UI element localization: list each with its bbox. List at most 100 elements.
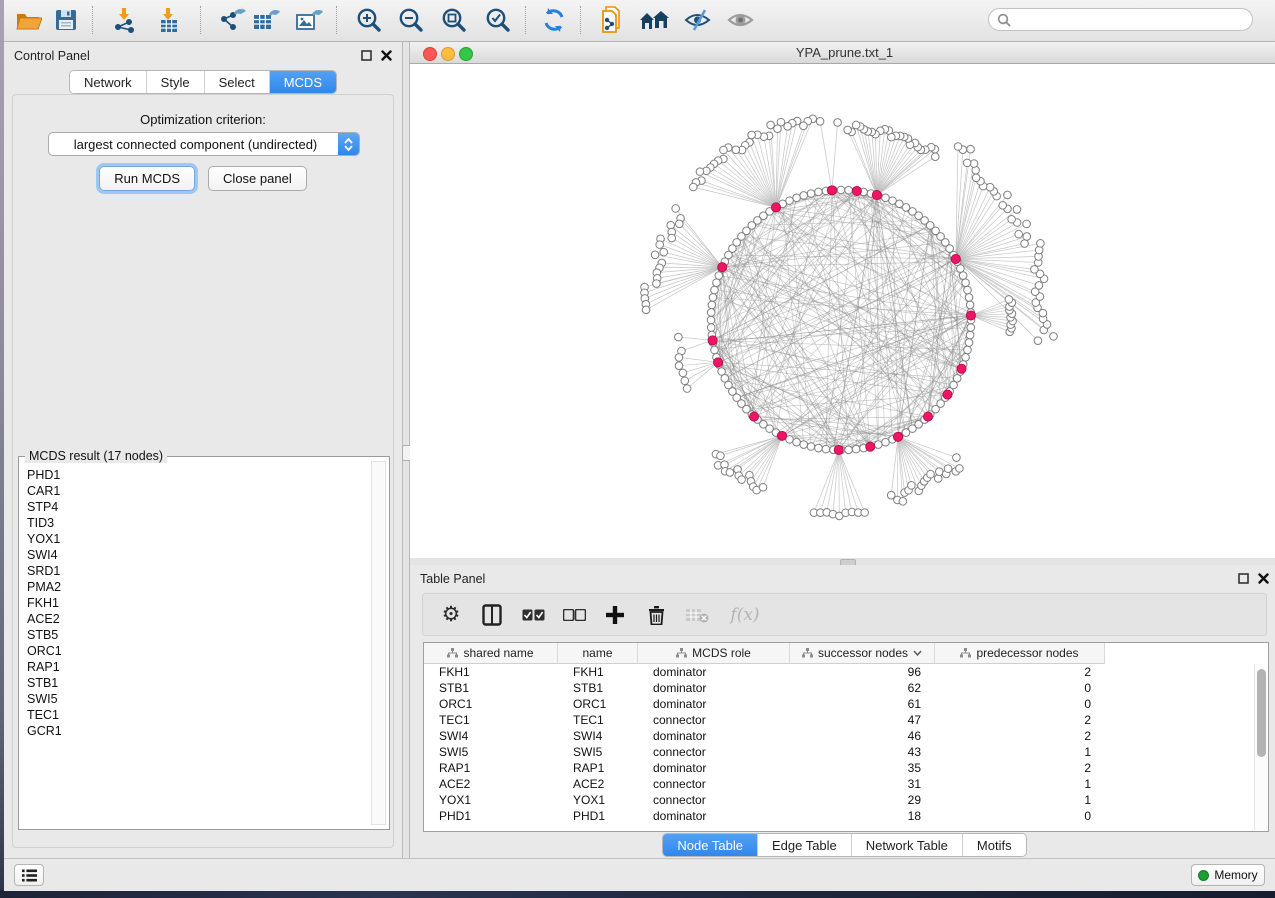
graph-leaf-node[interactable] [1004,191,1012,199]
graph-ring-node[interactable] [707,309,715,317]
graph-leaf-node[interactable] [1008,215,1016,223]
graph-leaf-node[interactable] [1031,266,1039,274]
graph-leaf-node[interactable] [675,333,683,341]
mcds-node-item[interactable]: SRD1 [20,563,372,579]
clone-network-button[interactable] [594,4,628,36]
graph-leaf-node[interactable] [944,465,952,473]
graph-leaf-node[interactable] [784,123,792,131]
mcds-node-item[interactable]: STB1 [20,675,372,691]
graph-ring-node[interactable] [845,186,853,194]
mcds-node-item[interactable]: SWI4 [20,547,372,563]
tab-select[interactable]: Select [204,71,269,93]
zoom-selected-button[interactable] [481,4,515,36]
hide-selected-button[interactable] [681,4,715,36]
horizontal-splitter[interactable] [410,558,1275,565]
graph-leaf-node[interactable] [774,125,782,133]
close-panel-icon[interactable] [381,50,392,61]
graph-ring-node[interactable] [715,272,723,280]
column-header-shared-name[interactable]: shared name [424,643,558,663]
graph-ring-node[interactable] [713,279,721,287]
graph-ring-node[interactable] [800,192,808,200]
graph-leaf-node[interactable] [834,119,842,127]
graph-ring-node[interactable] [822,445,830,453]
mcds-node-item[interactable]: STB5 [20,627,372,643]
graph-ring-node[interactable] [882,194,890,202]
create-column-button[interactable] [603,602,627,628]
mcds-node-item[interactable]: SWI5 [20,691,372,707]
save-session-button[interactable] [49,4,83,36]
graph-ring-node[interactable] [966,331,974,339]
graph-leaf-node[interactable] [738,476,746,484]
graph-leaf-node[interactable] [759,483,767,491]
mcds-node-item[interactable]: YOX1 [20,531,372,547]
graph-ring-node[interactable] [962,353,970,361]
graph-leaf-node[interactable] [954,143,962,151]
delete-column-button[interactable] [644,602,668,628]
graph-mcds-hub-node[interactable] [957,364,966,373]
select-all-columns-button[interactable] [521,602,545,628]
graph-mcds-hub-node[interactable] [834,445,843,454]
show-columns-button[interactable] [480,602,504,628]
graph-mcds-hub-node[interactable] [893,432,902,441]
unselect-all-columns-button[interactable] [562,602,586,628]
graph-leaf-node[interactable] [899,498,907,506]
graph-ring-node[interactable] [807,443,815,451]
graph-leaf-node[interactable] [642,306,650,314]
graph-leaf-node[interactable] [683,385,691,393]
graph-leaf-node[interactable] [1005,296,1013,304]
tab-motifs[interactable]: Motifs [962,834,1026,856]
graph-ring-node[interactable] [709,294,717,302]
table-row-phd1[interactable]: PHD1PHD1dominator180 [424,808,1105,824]
graph-leaf-node[interactable] [1015,230,1023,238]
graph-ring-node[interactable] [964,346,972,354]
task-history-button[interactable] [14,864,44,886]
graph-mcds-hub-node[interactable] [771,203,780,212]
graph-leaf-node[interactable] [844,126,852,134]
tab-node-table[interactable]: Node Table [663,834,757,856]
export-table-button[interactable] [249,4,283,36]
graph-ring-node[interactable] [965,294,973,302]
network-window-titlebar[interactable]: YPA_prune.txt_1 [410,42,1275,64]
graph-ring-node[interactable] [807,190,815,198]
column-header-mcds-role[interactable]: MCDS role [638,643,790,663]
table-row-ace2[interactable]: ACE2ACE2connector311 [424,776,1105,792]
graph-ring-node[interactable] [815,188,823,196]
mcds-node-item[interactable]: CAR1 [20,483,372,499]
graph-ring-node[interactable] [793,194,801,202]
export-network-button[interactable] [215,4,249,36]
graph-ring-node[interactable] [964,286,972,294]
graph-leaf-node[interactable] [931,153,939,161]
zoom-fit-button[interactable] [437,4,471,36]
graph-leaf-node[interactable] [908,482,916,490]
import-network-button[interactable] [108,4,142,36]
tab-style[interactable]: Style [146,71,204,93]
graph-mcds-hub-node[interactable] [951,254,960,263]
graph-leaf-node[interactable] [748,131,756,139]
graph-ring-node[interactable] [966,301,974,309]
close-window-icon[interactable] [423,47,437,61]
tab-edge-table[interactable]: Edge Table [757,834,851,856]
graph-leaf-node[interactable] [660,248,668,256]
table-scrollbar-thumb[interactable] [1257,669,1266,757]
graph-leaf-node[interactable] [1013,206,1021,214]
graph-ring-node[interactable] [967,324,975,332]
graph-leaf-node[interactable] [689,183,697,191]
mcds-node-item[interactable]: GCR1 [20,723,372,739]
graph-ring-node[interactable] [965,339,973,347]
graph-ring-node[interactable] [845,446,853,454]
run-mcds-button[interactable]: Run MCDS [99,166,195,191]
table-row-fkh1[interactable]: FKH1FKH1dominator962 [424,664,1105,680]
float-panel-icon[interactable] [361,50,372,61]
tab-mcds[interactable]: MCDS [269,71,336,93]
graph-leaf-node[interactable] [1035,282,1043,290]
mcds-node-item[interactable]: TEC1 [20,707,372,723]
mcds-node-item[interactable]: RAP1 [20,659,372,675]
table-row-orc1[interactable]: ORC1ORC1dominator610 [424,696,1105,712]
mcds-node-item[interactable]: FKH1 [20,595,372,611]
graph-leaf-node[interactable] [679,369,687,377]
network-graph[interactable] [410,64,1275,558]
graph-leaf-node[interactable] [668,234,676,242]
graph-mcds-hub-node[interactable] [827,186,836,195]
graph-mcds-hub-node[interactable] [943,390,952,399]
zoom-out-button[interactable] [394,4,428,36]
